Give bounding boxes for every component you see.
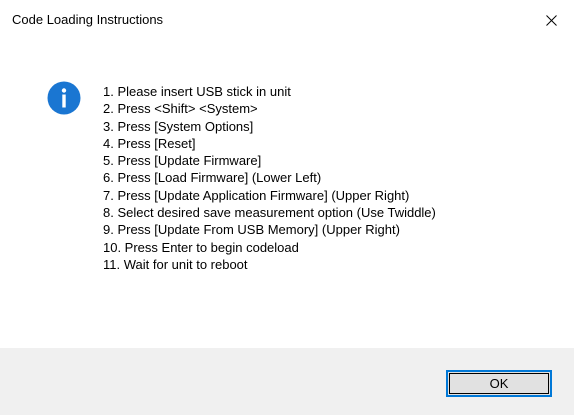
message-line: 1. Please insert USB stick in unit <box>103 84 291 99</box>
message-line: 4. Press [Reset] <box>103 135 196 151</box>
message-line: 7. Press [Update Application Firmware] (… <box>103 187 410 203</box>
close-icon <box>545 14 557 26</box>
message-line: 5. Press [Update Firmware] <box>103 153 262 169</box>
message-line: 9. Press [Update From USB Memory] (Upper… <box>103 222 400 238</box>
message-line: 3. Press [System Options] <box>103 118 254 134</box>
button-bar: OK <box>0 348 574 415</box>
message-line: 10. Press Enter to begin codeload <box>103 239 299 255</box>
ok-button-label: OK <box>489 376 509 391</box>
dialog-content: 1. Please insert USB stick in unit 2. Pre… <box>0 40 574 348</box>
dialog-title: Code Loading Instructions <box>12 12 164 27</box>
message-text: 1. Please insert USB stick in unit 2. Pre… <box>103 83 563 273</box>
message-dialog: Code Loading Instructions 1. Please inse… <box>0 0 574 415</box>
ok-button[interactable]: OK <box>446 370 552 397</box>
title-bar: Code Loading Instructions <box>0 0 574 40</box>
message-line: 11. Wait for unit to reboot <box>103 256 248 272</box>
message-line: 8. Select desired save measurement optio… <box>103 205 436 221</box>
close-button[interactable] <box>528 0 574 40</box>
message-line: 6. Press [Load Firmware] (Lower Left) <box>103 170 322 186</box>
message-line: 2. Press <Shift> <System> <box>103 101 258 117</box>
info-icon <box>47 81 81 115</box>
